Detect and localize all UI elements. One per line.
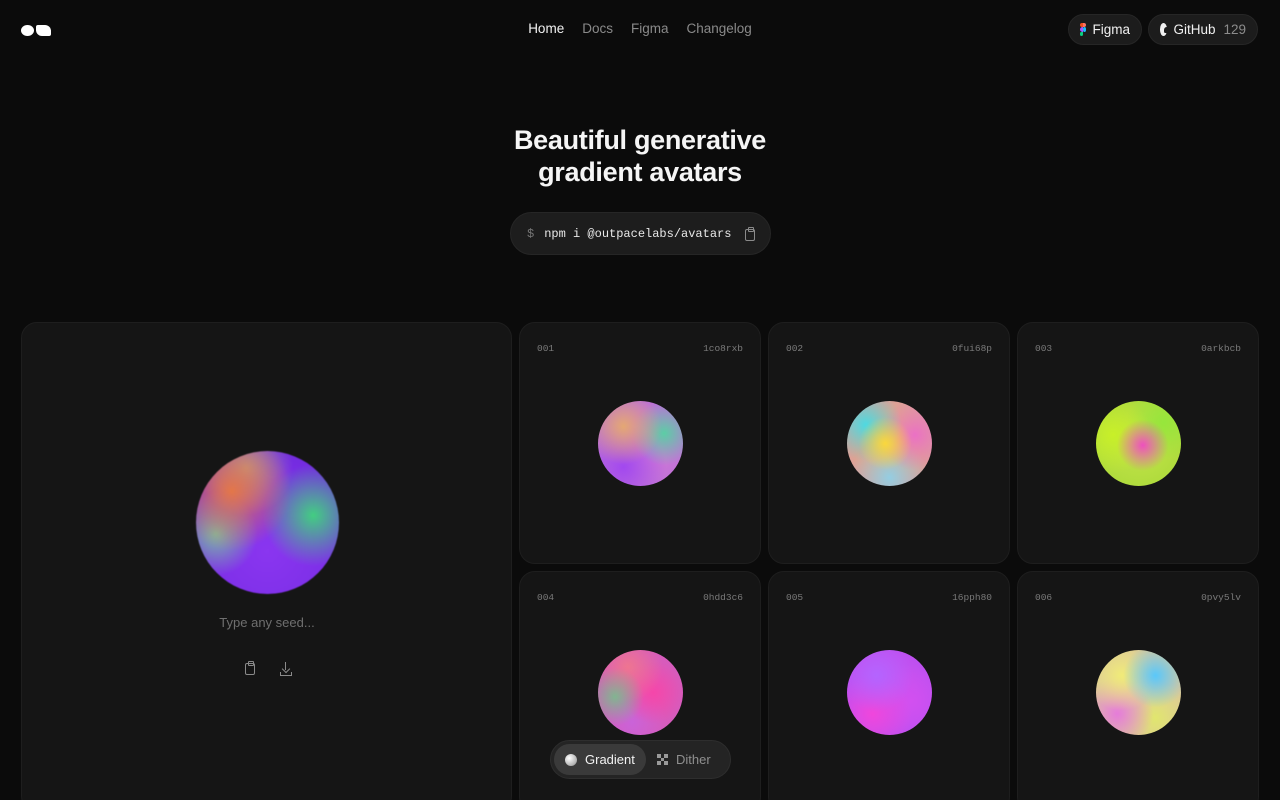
hero-title-line-2: gradient avatars [538, 157, 742, 187]
avatar-number: 003 [1035, 343, 1053, 354]
avatar-seed: 16pph80 [952, 592, 992, 603]
avatar-card[interactable]: 006 0pvy5lv [1017, 571, 1259, 800]
avatar-orb [847, 401, 932, 486]
nav-changelog[interactable]: Changelog [686, 21, 751, 36]
avatar-card[interactable]: 005 16pph80 [768, 571, 1010, 800]
avatar-number: 006 [1035, 592, 1053, 603]
copy-command-icon[interactable] [745, 227, 755, 241]
avatar-seed: 0pvy5lv [1201, 592, 1241, 603]
avatar-orb [847, 650, 932, 735]
nav-figma[interactable]: Figma [631, 21, 669, 36]
figma-icon [1080, 23, 1087, 36]
hero-title-line-1: Beautiful generative [513, 125, 767, 155]
avatar-seed: 0fui68p [952, 343, 992, 354]
dither-mode-label: Dither [676, 752, 711, 767]
avatar-seed: 0hdd3c6 [703, 592, 743, 603]
gradient-icon [565, 753, 577, 766]
install-command-box: $ npm i @outpacelabs/avatars [510, 212, 771, 255]
hero-title: Beautiful generative gradient avatars [0, 124, 1280, 188]
avatar-orb [598, 401, 683, 486]
seed-input[interactable] [142, 611, 392, 633]
avatar-card[interactable]: 001 1co8rxb [519, 322, 761, 564]
preview-avatar [196, 451, 339, 594]
github-star-count: 129 [1223, 22, 1246, 37]
install-command: npm i @outpacelabs/avatars [544, 226, 732, 241]
nav-docs[interactable]: Docs [582, 21, 613, 36]
avatar-seed: 0arkbcb [1201, 343, 1241, 354]
gradient-mode-button[interactable]: Gradient [554, 744, 646, 775]
github-button[interactable]: GitHub 129 [1148, 14, 1258, 45]
copy-avatar-icon[interactable] [245, 661, 255, 675]
avatar-orb [598, 650, 683, 735]
avatar-editor-panel [21, 322, 512, 800]
dither-icon [657, 754, 668, 765]
render-mode-toggle: Gradient Dither [550, 740, 731, 779]
gradient-mode-label: Gradient [585, 752, 635, 767]
avatar-card[interactable]: 003 0arkbcb [1017, 322, 1259, 564]
avatar-number: 005 [786, 592, 804, 603]
download-icon[interactable] [280, 662, 292, 676]
nav-home[interactable]: Home [528, 21, 564, 36]
shell-prompt: $ [527, 226, 535, 241]
figma-button[interactable]: Figma [1068, 14, 1142, 45]
avatar-orb [1096, 650, 1181, 735]
figma-button-label: Figma [1092, 22, 1130, 37]
avatar-number: 002 [786, 343, 804, 354]
github-button-label: GitHub [1173, 22, 1216, 37]
page: Home Docs Figma Changelog Figma GitHub 1… [0, 0, 1280, 800]
avatar-number: 001 [537, 343, 555, 354]
avatar-seed: 1co8rxb [703, 343, 743, 354]
avatar-orb [1096, 401, 1181, 486]
avatar-card[interactable]: 002 0fui68p [768, 322, 1010, 564]
top-header: Home Docs Figma Changelog Figma GitHub 1… [0, 0, 1280, 60]
avatar-number: 004 [537, 592, 555, 603]
github-icon [1160, 23, 1170, 36]
dither-mode-button[interactable]: Dither [646, 744, 722, 775]
